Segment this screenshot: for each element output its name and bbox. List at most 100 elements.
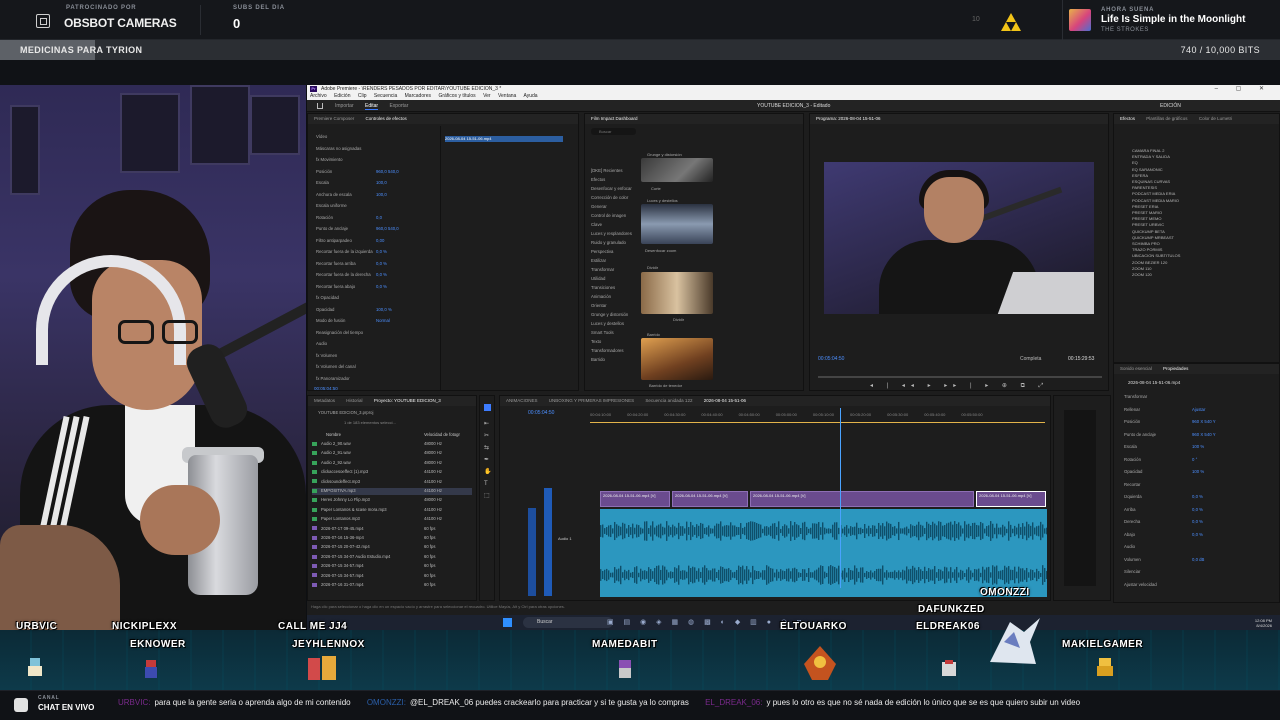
tab-sonido-esencial[interactable]: Sonido esencial <box>1120 366 1152 371</box>
effect-row-value[interactable]: 0,0 % <box>376 272 387 277</box>
menu-secuencia[interactable]: Secuencia <box>374 93 397 99</box>
effect-row[interactable]: fx Opacidad <box>316 295 376 300</box>
property-value[interactable]: 0 ° <box>1192 457 1197 462</box>
effects-category[interactable]: Barrido <box>591 355 632 364</box>
tab-importar[interactable]: Importar <box>335 103 354 109</box>
effect-row[interactable]: fx Movimiento <box>316 157 376 162</box>
effects-category[interactable]: Utilidad <box>591 274 632 283</box>
project-item[interactable]: Paper Lontanos.mp3 44100 Hz <box>312 516 472 523</box>
property-row[interactable]: Arriba 0,0 % <box>1124 507 1203 512</box>
tab-secuencia-anidada[interactable]: Secuencia anidada 122 <box>645 398 692 403</box>
tab-propiedades[interactable]: Propiedades <box>1163 366 1188 371</box>
effect-row[interactable]: Punto de anclaje 960,0 540,0 <box>316 226 399 231</box>
effect-row[interactable]: Escala uniforme <box>316 203 376 208</box>
menu-ayuda[interactable]: Ayuda <box>523 93 537 99</box>
effects-category[interactable]: [DKE] Recientes <box>591 166 632 175</box>
effect-row[interactable]: Recortar fuera abajo 0,0 % <box>316 284 387 289</box>
preset-thumb-dividir[interactable] <box>641 272 713 314</box>
preset-thumb-barrido[interactable] <box>641 338 713 380</box>
property-value[interactable]: Ajustar <box>1192 407 1205 412</box>
effect-row[interactable]: Audio <box>316 341 376 346</box>
property-value[interactable]: 100 % <box>1192 469 1204 474</box>
effect-row-value[interactable]: 960,0 540,0 <box>376 226 399 231</box>
effects-category[interactable]: Smart Tools <box>591 328 632 337</box>
video-clip-selected[interactable]: 2026-08-04 15-51-06.mp4 [V] <box>976 491 1046 507</box>
selection-tool-icon[interactable] <box>484 404 491 411</box>
effects-category[interactable]: Texto <box>591 337 632 346</box>
effects-category[interactable]: Transformar <box>591 265 632 274</box>
effect-row[interactable]: Vídeo <box>316 134 376 139</box>
effects-search-input[interactable]: Buscar <box>591 128 636 135</box>
tab-sequence-active[interactable]: 2026-08-04 15-51-06 <box>704 398 746 403</box>
tool-icons[interactable]: ⇤ ✂ ⇆ ✒ ✋ T ⬚ <box>484 418 491 502</box>
tab-proyecto[interactable]: Proyecto: YOUTUBE EDICION_3 <box>374 398 441 403</box>
property-value[interactable]: 960 X 540 Y <box>1192 432 1216 437</box>
windows-start-icon[interactable] <box>503 618 512 627</box>
property-row[interactable]: Ajustar velocidad <box>1124 582 1192 587</box>
menu-clip[interactable]: Clip <box>358 93 367 99</box>
effect-row[interactable]: Rotación 0,0 <box>316 215 382 220</box>
tab-film-impact[interactable]: Film Impact Dashboard <box>591 116 638 121</box>
window-controls[interactable]: – ▢ ✕ <box>1215 85 1272 92</box>
effect-row-value[interactable]: 100,0 % <box>376 307 392 312</box>
project-item[interactable]: 2026-07-15 34-07 Audio Estudio.mp4 60 fps <box>312 554 472 561</box>
effects-category[interactable]: Efectos <box>591 175 632 184</box>
tab-exportar[interactable]: Exportar <box>389 103 408 109</box>
project-item[interactable]: 2026-07-17 09-45.mp4 60 fps <box>312 526 472 533</box>
property-value[interactable]: 0,0 % <box>1192 507 1203 512</box>
timeline-ruler[interactable]: 00:04:10:00 00:04:20:00 00:04:30:00 00:04:4… <box>590 412 1045 420</box>
effect-row[interactable]: Posición 960,0 540,0 <box>316 169 399 174</box>
project-item[interactable]: clicksoundeffect.mp3 44100 Hz <box>312 479 472 486</box>
menu-ventana[interactable]: Ventana <box>498 93 516 99</box>
tab-program[interactable]: Programa: 2026-08-04 15-51-06 <box>816 116 881 121</box>
tab-plantillas[interactable]: Plantillas de gráficos <box>1146 116 1187 121</box>
preset-thumb-zoom[interactable] <box>641 204 713 244</box>
project-item[interactable]: 2026-07-15 34-57.mp4 60 fps <box>312 573 472 580</box>
effect-row-value[interactable]: 100,0 <box>376 180 387 185</box>
effects-category[interactable]: Luces y destellos <box>591 319 632 328</box>
property-value[interactable]: 0,0 % <box>1192 494 1203 499</box>
video-clip[interactable]: 2026-08-04 15-51-06.mp4 [V] <box>750 491 974 507</box>
property-row[interactable]: Abajo 0,0 % <box>1124 532 1203 537</box>
property-row[interactable]: Izquierda 0,0 % <box>1124 494 1203 499</box>
effect-row-value[interactable]: 0,0 % <box>376 284 387 289</box>
menu-ver[interactable]: Ver <box>483 93 491 99</box>
audio-clip-waveform[interactable] <box>600 509 1047 597</box>
effect-row[interactable]: Filtro antiparpadeo 0,00 <box>316 238 384 243</box>
effects-category[interactable]: Control de imagen <box>591 211 632 220</box>
effect-row[interactable]: fx Panoramizador <box>316 376 376 381</box>
property-value[interactable]: 0,0 dB <box>1192 557 1204 562</box>
effect-row[interactable]: Recortar fuera de la izquierda 0,0 % <box>316 249 387 254</box>
effect-row-value[interactable]: 960,0 540,0 <box>376 169 399 174</box>
preset-item[interactable]: ZOOM 120 <box>1132 272 1180 278</box>
project-item[interactable]: 2026-07-15 20-07-42.mp4 60 fps <box>312 544 472 551</box>
effects-category[interactable]: Orientar <box>591 301 632 310</box>
effect-row-value[interactable]: 0,0 % <box>376 249 387 254</box>
effects-category[interactable]: Clave <box>591 220 632 229</box>
effects-category[interactable]: Estilizar <box>591 256 632 265</box>
menu-edicion[interactable]: Edición <box>334 93 350 99</box>
taskbar-search[interactable]: Buscar <box>523 617 613 628</box>
property-row[interactable]: Posición 960 X 540 Y <box>1124 419 1216 424</box>
effect-row[interactable]: Opacidad 100,0 % <box>316 307 392 312</box>
project-col-rate[interactable]: Velocidad de fotogr <box>424 432 460 437</box>
effect-row[interactable]: Anchura de escala 100,0 <box>316 192 387 197</box>
property-value[interactable]: 100 % <box>1192 444 1204 449</box>
tab-effect-controls[interactable]: Controles de efectos <box>366 116 407 121</box>
effects-category[interactable]: Generar <box>591 202 632 211</box>
effects-category[interactable]: Perspectiva <box>591 247 632 256</box>
project-item[interactable]: 2026-07-16 31-07.mp4 60 fps <box>312 582 472 589</box>
effect-row-value[interactable]: 100,0 <box>376 192 387 197</box>
menu-graficos[interactable]: Gráficos y títulos <box>438 93 475 99</box>
tab-historial[interactable]: Historial <box>346 398 362 403</box>
effect-row[interactable]: fx Volumen <box>316 353 376 358</box>
taskbar-clock[interactable]: 12:08 PM 8/4/2026 <box>1255 618 1272 628</box>
preset-item[interactable]: PODCAST MEDIA ERIA <box>1132 191 1180 197</box>
property-row[interactable]: Opacidad 100 % <box>1124 469 1204 474</box>
property-row[interactable]: Silenciar <box>1124 569 1192 574</box>
menu-marcadores[interactable]: Marcadores <box>405 93 431 99</box>
property-row[interactable]: Escala 100 % <box>1124 444 1204 449</box>
project-col-name[interactable]: Nombre <box>326 432 341 437</box>
effect-row[interactable]: Recortar fuera de la derecha 0,0 % <box>316 272 387 277</box>
tab-lumetri[interactable]: Color de Lumetri <box>1199 116 1232 121</box>
